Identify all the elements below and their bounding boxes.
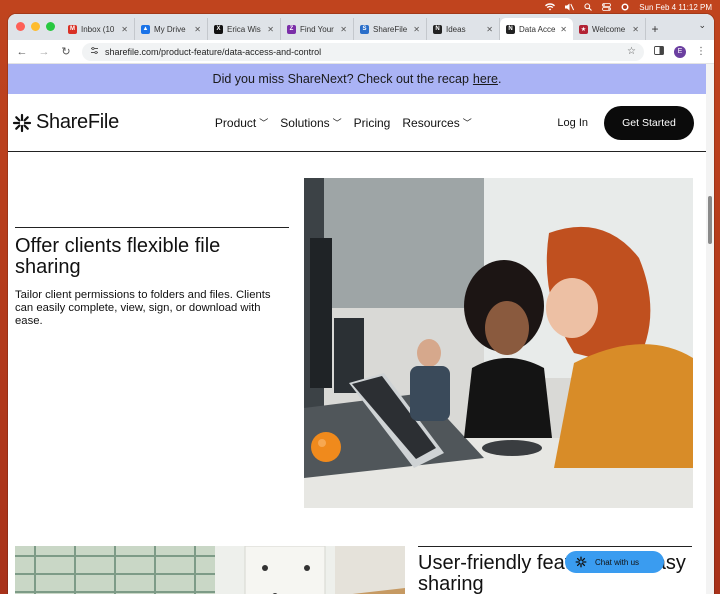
x-icon: X	[214, 24, 223, 34]
primary-nav: Product ﹀ Solutions ﹀ Pricing Resources ﹀	[215, 116, 472, 130]
tab-label: Erica Wis	[227, 24, 261, 34]
profile-avatar[interactable]: E	[674, 45, 686, 58]
spotlight-search-icon[interactable]	[584, 3, 593, 11]
site-info-icon[interactable]	[90, 46, 99, 57]
macos-menubar: Sun Feb 4 11:12 PM	[0, 0, 720, 14]
sharefile-mark-icon	[12, 113, 32, 132]
close-tab-icon[interactable]: ✕	[194, 25, 201, 34]
nav-item-label: Resources	[402, 115, 460, 130]
close-tab-icon[interactable]: ✕	[413, 25, 420, 34]
office-coworkers-photo	[304, 178, 693, 508]
page-scrollbar[interactable]	[706, 64, 714, 594]
reload-icon[interactable]: ↻	[60, 45, 72, 58]
sharefile-mark-icon	[575, 556, 587, 568]
section-divider	[418, 546, 692, 547]
sharefile-logo[interactable]: ShareFile	[12, 111, 119, 134]
drive-icon: ▲	[141, 24, 150, 34]
chevron-down-icon: ﹀	[259, 118, 269, 128]
address-bar[interactable]: sharefile.com/product-feature/data-acces…	[82, 42, 644, 61]
tab-label: Ideas	[446, 24, 466, 34]
nav-item-solutions[interactable]: Solutions ﹀	[280, 116, 341, 130]
browser-tab[interactable]: N Ideas ✕	[427, 18, 500, 40]
feature-description: Tailor client permissions to folders and…	[15, 289, 271, 327]
banner-link[interactable]: here	[473, 72, 498, 86]
nav-item-label: Product	[214, 115, 257, 130]
chat-with-us-button[interactable]: Chat with us	[565, 551, 664, 573]
chat-label: Chat with us	[595, 557, 640, 567]
control-center-icon[interactable]	[602, 3, 612, 11]
close-tab-icon[interactable]: ✕	[486, 25, 493, 34]
browser-window: M Inbox (10 ✕ ▲ My Drive ✕ X Erica Wis ✕ Z Find Yo…	[8, 14, 714, 594]
menubar-clock[interactable]: Sun Feb 4 11:12 PM	[639, 3, 712, 12]
banner-text: Did you miss ShareNext? Check out the re…	[212, 72, 469, 86]
close-tab-icon[interactable]: ✕	[560, 25, 567, 34]
tab-label: My Drive	[154, 24, 186, 34]
browser-tab[interactable]: Z Find Your ✕	[281, 18, 354, 40]
tab-label: Data Acce	[519, 24, 556, 34]
back-arrow-icon[interactable]: ←	[16, 46, 28, 58]
wifi-icon[interactable]	[545, 3, 556, 11]
tab-search-chevron-icon[interactable]: ⌄	[698, 20, 706, 31]
notion-icon: N	[433, 24, 442, 34]
login-link[interactable]: Log In	[557, 117, 588, 129]
nav-item-product[interactable]: Product ﹀	[215, 116, 268, 130]
gmail-icon: M	[68, 24, 77, 34]
close-tab-icon[interactable]: ✕	[121, 25, 128, 34]
feature-title: Offer clients flexible file sharing	[15, 235, 221, 278]
chevron-down-icon: ﹀	[332, 118, 342, 128]
browser-toolbar: ← → ↻ sharefile.com/product-feature/data…	[8, 40, 714, 64]
flag-icon: ★	[579, 24, 588, 34]
logo-wordmark: ShareFile	[36, 111, 119, 133]
site-header: ShareFile Product ﹀ Solutions ﹀ Pricing Re…	[8, 94, 706, 152]
close-tab-icon[interactable]: ✕	[632, 25, 639, 34]
tab-label: Inbox (10	[81, 24, 115, 34]
address-url: sharefile.com/product-feature/data-acces…	[105, 46, 322, 57]
tab-label: ShareFile	[373, 24, 408, 34]
nav-item-label: Pricing	[353, 115, 391, 130]
announcement-banner: Did you miss ShareNext? Check out the re…	[8, 64, 706, 94]
side-panel-icon[interactable]	[654, 45, 664, 58]
tab-label: Find Your	[300, 24, 334, 34]
more-menu-icon[interactable]: ⋮	[696, 46, 706, 57]
zoom-window-button[interactable]	[46, 22, 55, 31]
browser-tab[interactable]: M Inbox (10 ✕	[62, 18, 135, 40]
browser-tab[interactable]: ★ Welcome ✕	[573, 18, 646, 40]
close-tab-icon[interactable]: ✕	[340, 25, 347, 34]
close-tab-icon[interactable]: ✕	[267, 25, 274, 34]
browser-tab[interactable]: N Data Acce ✕	[500, 18, 573, 40]
nav-item-resources[interactable]: Resources ﹀	[402, 116, 471, 130]
sharefile-icon: S	[360, 24, 369, 34]
bookmark-star-icon[interactable]: ☆	[627, 46, 636, 57]
chevron-down-icon: ﹀	[462, 118, 472, 128]
page-viewport: Did you miss ShareNext? Check out the re…	[8, 64, 706, 594]
siri-icon[interactable]	[621, 3, 629, 11]
notion-icon: N	[506, 24, 515, 34]
new-tab-button[interactable]: +	[646, 18, 664, 40]
mute-icon[interactable]	[565, 3, 575, 11]
tab-label: Welcome	[592, 24, 626, 34]
browser-tab[interactable]: ▲ My Drive ✕	[135, 18, 208, 40]
scrollbar-thumb[interactable]	[708, 196, 712, 244]
banner-suffix: .	[497, 72, 502, 86]
forward-arrow-icon[interactable]: →	[38, 46, 50, 58]
tab-strip: M Inbox (10 ✕ ▲ My Drive ✕ X Erica Wis ✕ Z Find Yo…	[8, 14, 714, 40]
get-started-button[interactable]: Get Started	[604, 105, 694, 140]
close-window-button[interactable]	[16, 22, 25, 31]
browser-tab[interactable]: S ShareFile ✕	[354, 18, 427, 40]
nav-item-label: Solutions	[280, 115, 330, 130]
z-icon: Z	[287, 24, 296, 34]
section-divider	[15, 227, 289, 228]
window-controls	[16, 22, 55, 31]
browser-tab[interactable]: X Erica Wis ✕	[208, 18, 281, 40]
minimize-window-button[interactable]	[31, 22, 40, 31]
bedroom-photo	[15, 546, 405, 594]
nav-item-pricing[interactable]: Pricing	[354, 116, 391, 130]
